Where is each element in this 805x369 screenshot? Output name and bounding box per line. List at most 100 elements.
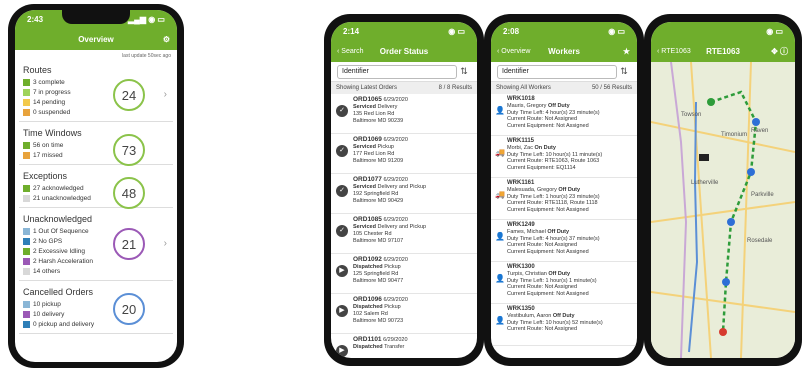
legend-label: 14 pending [33, 98, 66, 106]
search-input[interactable]: Identifier [337, 64, 457, 79]
donut-chart: 21 [113, 228, 145, 260]
order-row[interactable]: ✓ ORD1069 6/29/2020 Serviced Pickup 177 Red… [331, 134, 477, 174]
gear-icon[interactable]: ⚙ [163, 35, 170, 44]
order-row[interactable]: ✓ ORD1077 6/29/2020 Serviced Delivery and … [331, 174, 477, 214]
route-stop[interactable] [719, 328, 727, 336]
legend-item: 0 suspended [23, 107, 169, 117]
legend-swatch [23, 300, 30, 308]
exception-row[interactable]: - HarshCornering [175, 322, 321, 358]
results-label: Showing All Workers [496, 85, 551, 91]
route-stop[interactable] [747, 168, 755, 176]
order-type: Pickup [377, 144, 394, 150]
exception-row[interactable]: - Excessiveding 21:50 EDT RTE837, Route 83… [175, 132, 321, 170]
order-header: ORD1101 6/29/2020 [353, 336, 473, 344]
exception-row[interactable]: - OutOfSequence 18:06 EDT RTE2676, Route 2… [175, 246, 321, 284]
search-input[interactable]: stamp [181, 64, 301, 79]
worker-duty: Off Duty [548, 270, 571, 277]
order-date: 6/29/2020 [383, 257, 408, 263]
exception-line: - HarshCornering [193, 324, 236, 330]
exception-line: 19:47 EDT [193, 179, 220, 185]
filter-icon[interactable]: ⇅ [457, 66, 471, 77]
worker-name: Morbi, Zac [507, 144, 533, 151]
order-row[interactable]: ✓ ORD1085 6/29/2020 Serviced Delivery and … [331, 214, 477, 254]
filter-icon[interactable]: ⇅ [301, 66, 315, 77]
exception-line: Condimentum, Michael [193, 193, 250, 199]
exception-line: - SeatbeltViolation [193, 286, 238, 292]
worker-row[interactable]: 👤 WRK1249 Fames, Michael Off Duty Duty Time… [491, 220, 637, 262]
legend-item: 10 delivery [23, 309, 169, 319]
order-row[interactable]: ▶ ORD1092 6/29/2020 Dispatched Pickup 125 S… [331, 254, 477, 294]
route-stop[interactable] [727, 218, 735, 226]
check-icon[interactable]: ✔ [307, 47, 314, 56]
route-stop[interactable] [752, 118, 760, 126]
overview-card[interactable]: Routes 3 complete 7 in progress 14 pending 0… [19, 63, 173, 122]
worker-equipment: Current Equipment: Not Assigned [507, 249, 589, 256]
status-bar: ◉ ▭ [175, 22, 321, 40]
order-row[interactable]: ✓ ORD1065 6/29/2020 Serviced Delivery 135 R… [331, 94, 477, 134]
worker-row[interactable]: 👤 WRK1018 Mauris, Gregory Off Duty Duty Tim… [491, 94, 637, 136]
worker-name: Malesuada, Gregory [507, 186, 557, 193]
order-status-line: Serviced Delivery and Pickup [353, 184, 473, 191]
orders-screen: 2:14 ◉ ▭ ‹ Search Order Status Identifie… [331, 22, 477, 358]
exception-line: Pharetra, Doug [193, 269, 231, 275]
check-icon: ✓ [307, 296, 315, 304]
route-stop[interactable] [722, 278, 730, 286]
back-button[interactable]: ‹ RTE1063 [657, 48, 691, 55]
worker-row[interactable]: 🚚 WRK1115 Morbi, Zac On Duty Duty Time Left… [491, 136, 637, 178]
overview-card[interactable]: Unacknowledged 1 Out Of Sequence 2 No GPS 2… [19, 212, 173, 281]
order-row[interactable]: ▶ ORD1096 6/29/2020 Dispatched Pickup 102 S… [331, 294, 477, 334]
route-stop[interactable] [707, 98, 715, 106]
order-type: Delivery and Pickup [377, 184, 427, 190]
worker-row[interactable]: 👤 WRK1350 Vestibulum, Aaron Off Duty Duty T… [491, 304, 637, 346]
settings-icons[interactable]: ✥ ⓘ [771, 46, 788, 57]
order-status-line: Dispatched Transfer [353, 344, 473, 351]
exception-line: Equipment EQ873 [193, 124, 238, 130]
worker-row[interactable]: 👤 WRK1300 Turpis, Christian Off Duty Duty T… [491, 262, 637, 304]
donut-chart: 20 [113, 293, 145, 325]
filter-icon[interactable]: ⇅ [617, 66, 631, 77]
legend-label: 0 pickup and delivery [33, 320, 95, 328]
legend-item: 1 Out Of Sequence [23, 226, 169, 236]
chevron-right-icon[interactable]: › [164, 89, 167, 100]
search-input[interactable]: Identifier [497, 64, 617, 79]
order-address: 135 Red Lion Rd [353, 111, 395, 117]
donut-chart: 24 [113, 79, 145, 111]
overview-card[interactable]: Time Windows 56 on time 17 missed 73 [19, 126, 173, 166]
order-city: Baltimore MD 90429 [353, 198, 404, 204]
status-bar: ◉ ▭ [651, 22, 795, 40]
status-time: 2:08 [503, 26, 520, 36]
worker-row[interactable]: 🚚 WRK1161 Malesuada, Gregory Off Duty Duty … [491, 178, 637, 220]
last-update: last update 50sec ago [122, 53, 171, 59]
overview-card[interactable]: Cancelled Orders 10 pickup 10 delivery 0 pi… [19, 285, 173, 334]
truck-icon: 🚚 [495, 190, 505, 199]
order-date: 6/29/2020 [383, 97, 408, 103]
order-header: ORD1085 6/29/2020 [353, 216, 473, 224]
exception-row[interactable]: - RoutePathDev 19:47 EDT RTE837, Route 837… [175, 170, 321, 208]
exception-row[interactable]: - Excessiveding 22:28 EDT RTE837, Route 83… [175, 94, 321, 132]
back-button[interactable]: ‹ Search [337, 48, 363, 55]
person-icon: 👤 [495, 106, 505, 115]
exception-line: Pharetra, Doug [193, 307, 231, 313]
worker-name: Fames, Michael [507, 228, 546, 235]
truck-icon: ▶ [336, 345, 348, 357]
back-button[interactable]: ‹ Overview [497, 48, 530, 55]
exception-line: Equipment EQ873 [193, 238, 238, 244]
worker-id: WRK1161 [507, 180, 535, 186]
worker-name-line: Morbi, Zac On Duty [507, 145, 633, 152]
exception-line: - NoGPS [193, 210, 216, 216]
legend-label: 27 acknowledged [33, 184, 84, 192]
exception-row[interactable]: - SeatbeltViolation 17:51 EDT RTE2676, Rou… [175, 284, 321, 322]
phone-exceptions: ◉ ▭ rview Exceptions ✔ stamp ⇅ owing All… [168, 14, 328, 366]
overview-card[interactable]: Exceptions 27 acknowledged 21 unacknowledg… [19, 169, 173, 209]
legend-item: 56 on time [23, 140, 169, 150]
chevron-right-icon[interactable]: › [164, 238, 167, 249]
order-row[interactable]: ▶ ORD1101 6/29/2020 Dispatched Transfer [331, 334, 477, 358]
exception-row[interactable]: - NoGPS 19:29 EDT RTE837, Route 837 Condime… [175, 208, 321, 246]
results-count: 50 / 56 Results [591, 85, 632, 91]
order-address: 177 Red Lion Rd [353, 151, 395, 157]
star-icon[interactable]: ★ [623, 47, 630, 56]
route-map[interactable]: Towson Raven Lutherville Parkville Timonium R… [651, 61, 795, 358]
truck-icon: 🚚 [495, 148, 505, 157]
truck-icon[interactable] [699, 154, 709, 161]
order-id: ORD1085 [353, 216, 382, 223]
